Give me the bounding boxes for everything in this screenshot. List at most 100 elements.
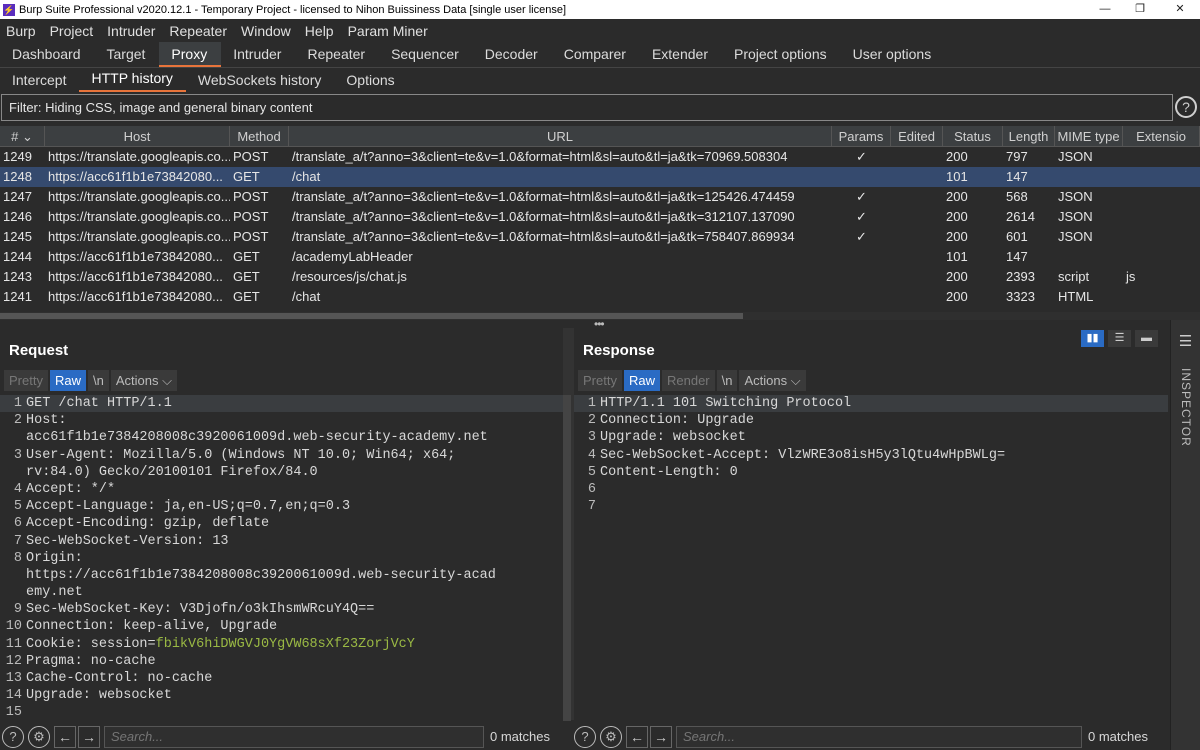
response-editor[interactable]: 1 23456 7 HTTP/1.1 101 Switching Protocol C… (574, 395, 1168, 720)
request-raw-button[interactable]: Raw (49, 370, 86, 391)
response-actions-button[interactable]: Actions ⌵ (739, 370, 806, 391)
help-icon[interactable]: ? (2, 725, 24, 748)
tab-project-options[interactable]: Project options (722, 42, 841, 67)
tab-repeater[interactable]: Repeater (295, 42, 379, 67)
inspector-label[interactable]: INSPECTOR (1179, 368, 1193, 447)
cell-mime-type: HTML (1058, 289, 1094, 304)
arrow-left-icon[interactable]: ← (54, 725, 76, 748)
code-line: acc61f1b1e7384208008c3920061009d.web-sec… (26, 429, 553, 446)
cell-extension (1123, 147, 1200, 167)
tab-user-options[interactable]: User options (841, 42, 946, 67)
col-number[interactable]: # ⌄ (0, 126, 45, 146)
response-code[interactable]: HTTP/1.1 101 Switching Protocol Connectio… (600, 395, 1158, 720)
response-raw-button[interactable]: Raw (623, 370, 660, 391)
menu-param-miner[interactable]: Param Miner (342, 23, 436, 39)
tab-extender[interactable]: Extender (640, 42, 722, 67)
code-line-text: Connection: keep-alive, Upgrade (26, 619, 278, 635)
menu-repeater[interactable]: Repeater (163, 23, 235, 39)
table-row[interactable]: 1245 https://translate.googleapis.co... PO… (0, 227, 1200, 247)
table-row[interactable]: 1248 https://acc61f1b1e73842080... GET/cha… (0, 167, 1200, 187)
table-row[interactable]: 1246 https://translate.googleapis.co... PO… (0, 207, 1200, 227)
layout-single-icon[interactable]: ▬ (1135, 330, 1158, 347)
tab-options[interactable]: Options (334, 69, 407, 92)
table-row[interactable]: 1247 https://translate.googleapis.co... PO… (0, 187, 1200, 207)
tab-http-history[interactable]: HTTP history (79, 67, 186, 92)
hamburger-icon[interactable]: ☰ (1171, 332, 1200, 350)
col-params[interactable]: Params (832, 126, 891, 146)
layout-side-by-side-icon[interactable]: ▮▮ (1081, 330, 1104, 347)
menu-window[interactable]: Window (235, 23, 299, 39)
request-scrollbar[interactable] (563, 395, 571, 721)
tab-sequencer[interactable]: Sequencer (379, 42, 473, 67)
request-code[interactable]: GET /chat HTTP/1.1 Host: acc61f1b1e7384208… (26, 395, 553, 720)
cell-host: https://translate.googleapis.co... (48, 149, 230, 164)
tab-dashboard[interactable]: Dashboard (0, 42, 95, 67)
col-extension[interactable]: Extensio (1123, 126, 1200, 146)
code-line-text: Accept-Encoding: gzip, deflate (26, 516, 270, 532)
vertical-splitter[interactable] (563, 328, 574, 721)
code-line-text: Sec-WebSocket-Version: 13 (26, 533, 229, 549)
cell-params: ✓ (856, 229, 867, 244)
help-icon[interactable]: ? (1175, 96, 1197, 118)
table-row[interactable]: 1244 https://acc61f1b1e73842080... GET/aca… (0, 247, 1200, 267)
col-length[interactable]: Length (1003, 126, 1055, 146)
col-mime-type[interactable]: MIME type (1055, 126, 1123, 146)
line-number: 2 (13, 413, 22, 429)
response-render-button[interactable]: Render (661, 370, 715, 391)
table-row[interactable]: 1249 https://translate.googleapis.co... PO… (0, 147, 1200, 167)
gear-icon[interactable]: ⚙ (600, 725, 622, 748)
cell-number: 1244 (3, 249, 32, 264)
filter-bar[interactable]: Filter: Hiding CSS, image and general bi… (1, 94, 1173, 121)
tab-proxy[interactable]: Proxy (159, 42, 222, 67)
col-url[interactable]: URL (289, 126, 832, 146)
line-number: 8 (13, 550, 22, 566)
request-newline-button[interactable]: \n (87, 370, 109, 391)
gear-icon[interactable]: ⚙ (28, 725, 50, 748)
scrollbar-thumb[interactable] (0, 313, 743, 319)
cell-url: /chat (292, 289, 321, 304)
tab-target[interactable]: Target (95, 42, 160, 67)
tab-decoder[interactable]: Decoder (473, 42, 552, 67)
table-row[interactable]: 1243 https://acc61f1b1e73842080... GET/res… (0, 267, 1200, 287)
cell-mime-type: JSON (1058, 229, 1093, 244)
help-icon[interactable]: ? (574, 725, 596, 748)
menu-help[interactable]: Help (299, 23, 342, 39)
close-button[interactable]: ✕ (1160, 0, 1200, 19)
request-search-input[interactable] (104, 725, 484, 748)
tab-comparer[interactable]: Comparer (552, 42, 640, 67)
menu-intruder[interactable]: Intruder (101, 23, 163, 39)
line-number: 14 (5, 688, 22, 704)
request-actions-button[interactable]: Actions ⌵ (110, 370, 177, 391)
table-row[interactable]: 1241 https://acc61f1b1e73842080... GET/cha… (0, 287, 1200, 307)
col-status[interactable]: Status (943, 126, 1003, 146)
request-editor[interactable]: 1 2 3 4 5 6 7 8 9 10 11 12 13 14 15 GET /chat HTTP/1.1… (0, 395, 563, 720)
arrow-right-icon[interactable]: → (650, 725, 672, 748)
tab-websockets-history[interactable]: WebSockets history (186, 69, 334, 92)
inspector-panel[interactable]: ☰ INSPECTOR (1170, 320, 1200, 750)
response-search-input[interactable] (676, 725, 1082, 748)
code-line-text: https://acc61f1b1e7384208008c3920061009d… (26, 567, 496, 583)
response-newline-button[interactable]: \n (716, 370, 738, 391)
response-toolbar: Pretty Raw Render \n Actions ⌵ (578, 370, 806, 391)
cell-url: /translate_a/t?anno=3&client=te&v=1.0&fo… (292, 149, 788, 164)
col-method[interactable]: Method (230, 126, 289, 146)
arrow-right-icon[interactable]: → (78, 725, 100, 748)
line-number: 10 (5, 619, 22, 635)
arrow-left-icon[interactable]: ← (626, 725, 648, 748)
minimize-button[interactable]: — (1085, 0, 1125, 19)
response-pretty-button[interactable]: Pretty (578, 370, 622, 391)
layout-stacked-icon[interactable]: ☰ (1108, 330, 1131, 347)
col-host[interactable]: Host (45, 126, 230, 146)
request-pretty-button[interactable]: Pretty (4, 370, 48, 391)
tab-intercept[interactable]: Intercept (0, 69, 79, 92)
main-tabs: Dashboard Target Proxy Intruder Repeater… (0, 42, 1200, 68)
cell-extension (1123, 187, 1200, 207)
col-edited[interactable]: Edited (891, 126, 943, 146)
cell-extension (1123, 167, 1200, 187)
restore-button[interactable]: ❐ (1120, 0, 1160, 19)
tab-intruder[interactable]: Intruder (221, 42, 295, 67)
cell-method: GET (233, 269, 260, 284)
menu-project[interactable]: Project (44, 23, 102, 39)
menu-burp[interactable]: Burp (0, 23, 44, 39)
